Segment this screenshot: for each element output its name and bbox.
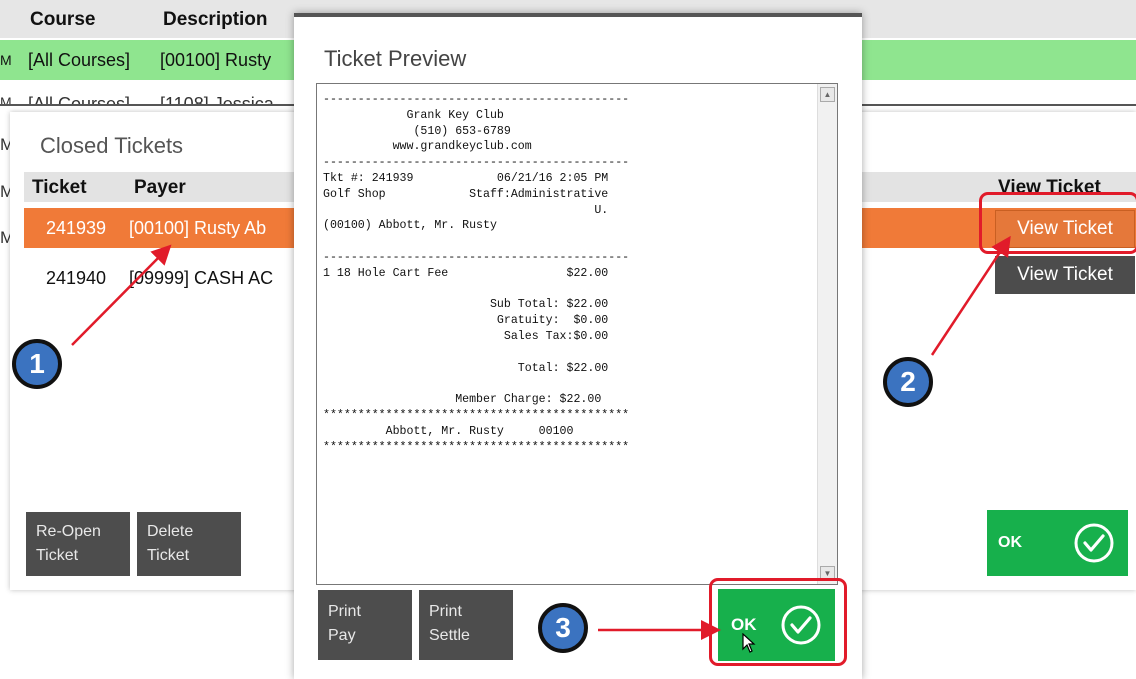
receipt-line — [323, 345, 683, 361]
receipt-line: Golf Shop Staff:Administrative — [323, 187, 609, 201]
receipt-line: Grank Key Club — [323, 108, 504, 122]
scrollbar[interactable]: ▲ ▼ — [817, 84, 837, 584]
row-marker: M — [0, 228, 15, 247]
button-label-line: Pay — [328, 627, 356, 644]
button-label-line: Print — [328, 603, 361, 620]
receipt-line: Sub Total: $22.00 — [323, 298, 609, 312]
dialog-title: Ticket Preview — [324, 46, 467, 71]
receipt-line: U. — [323, 203, 609, 217]
receipt-line: Gratuity: $0.00 — [323, 314, 609, 328]
receipt-line: ----------------------------------------… — [323, 156, 630, 170]
ticket-column-header: Ticket — [32, 177, 87, 198]
receipt-preview[interactable]: ----------------------------------------… — [316, 83, 838, 585]
receipt-line: www.grandkeyclub.com — [323, 140, 532, 154]
ticket-number: 241940 — [46, 268, 107, 288]
row-marker: M — [0, 182, 15, 201]
checkmark-circle-icon — [1074, 523, 1114, 563]
receipt-line: Tkt #: 241939 06/21/16 2:05 PM — [323, 171, 609, 185]
ok-button-highlight — [709, 578, 847, 666]
receipt-line: ----------------------------------------… — [323, 250, 630, 264]
row-description: [00100] Rusty — [160, 50, 272, 70]
ticket-payer: [00100] Rusty Ab — [129, 218, 267, 238]
payer-column-header: Payer — [134, 177, 186, 198]
view-ticket-highlight — [979, 192, 1136, 254]
row-marker: M — [0, 135, 15, 154]
callout-2: 2 — [883, 357, 933, 407]
receipt-line: ****************************************… — [323, 408, 630, 422]
receipt-line: Abbott, Mr. Rusty 00100 — [323, 424, 574, 438]
print-pay-button[interactable]: Print Pay — [318, 590, 412, 660]
print-settle-button[interactable]: Print Settle — [419, 590, 513, 660]
view-ticket-button[interactable]: View Ticket — [995, 256, 1135, 294]
receipt-line: Total: $22.00 — [323, 361, 609, 375]
row-marker: M — [0, 94, 12, 104]
course-column-header: Course — [30, 9, 96, 30]
button-label-line: Re-Open — [36, 523, 101, 540]
callout-1: 1 — [12, 339, 62, 389]
description-column-header: Description — [163, 9, 268, 30]
delete-ticket-button[interactable]: Delete Ticket — [137, 512, 241, 576]
receipt-line — [323, 376, 683, 392]
button-label-line: Print — [429, 603, 462, 620]
button-label-line: Ticket — [36, 547, 79, 564]
dialog-title: Closed Tickets — [40, 133, 184, 158]
button-label-line: Ticket — [147, 547, 190, 564]
ok-button[interactable]: OK — [987, 510, 1128, 576]
ticket-number: 241939 — [46, 218, 107, 238]
callout-3: 3 — [538, 603, 588, 653]
receipt-line: Sales Tax:$0.00 — [323, 329, 609, 343]
button-label-line: Delete — [147, 523, 194, 540]
row-description: [1108] Jessica — [160, 94, 274, 104]
receipt-line: 1 18 Hole Cart Fee $22.00 — [323, 266, 609, 280]
button-label-line: Settle — [429, 627, 470, 644]
receipt-text: ----------------------------------------… — [323, 92, 683, 455]
ok-label: OK — [998, 534, 1022, 551]
receipt-line: ****************************************… — [323, 440, 630, 454]
row-course: [All Courses] — [28, 94, 131, 104]
reopen-ticket-button[interactable]: Re-Open Ticket — [26, 512, 130, 576]
receipt-line — [323, 234, 683, 250]
row-course: [All Courses] — [28, 50, 131, 70]
ticket-payer: [09999] CASH AC — [129, 268, 274, 288]
receipt-line: (510) 653-6789 — [323, 124, 511, 138]
receipt-line: (00100) Abbott, Mr. Rusty — [323, 219, 497, 233]
receipt-line: Member Charge: $22.00 — [323, 393, 602, 407]
receipt-line — [323, 282, 683, 298]
row-marker: M — [0, 52, 12, 68]
scroll-up-arrow-icon[interactable]: ▲ — [820, 87, 835, 102]
receipt-line: ----------------------------------------… — [323, 93, 630, 106]
